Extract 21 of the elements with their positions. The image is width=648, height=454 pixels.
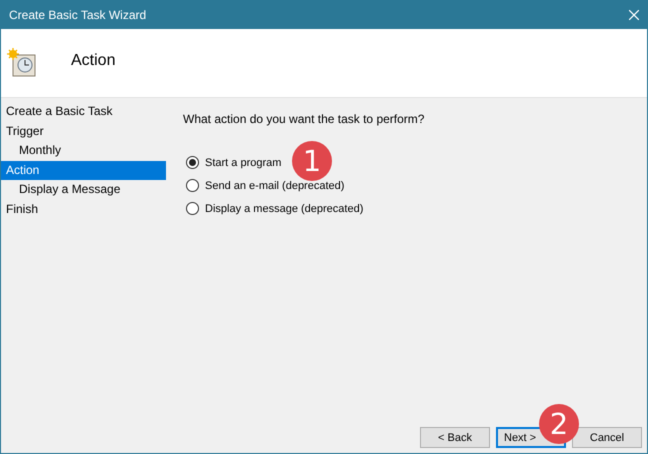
option-label: Start a program [205,156,282,168]
page-heading: Action [71,52,116,70]
wizard-button[interactable]: Cancel [572,427,642,448]
window-title: Create Basic Task Wizard [9,8,146,22]
sidebar-item[interactable]: Trigger [1,122,166,142]
sidebar-item[interactable]: Action [1,160,166,180]
wizard-button[interactable]: < Back [420,427,490,448]
radio-button[interactable] [186,156,199,169]
radio-button[interactable] [186,179,199,192]
sidebar-item[interactable]: Create a Basic Task [1,102,166,122]
option-label: Display a message (deprecated) [205,202,364,214]
sidebar-item[interactable]: Display a Message [1,180,166,200]
step-number-badge: 1 [292,141,332,181]
sidebar-item[interactable]: Finish [1,200,166,220]
question-text: What action do you want the task to perform? [183,112,426,126]
clock-icon [7,48,37,78]
step-number-badge: 2 [539,404,579,444]
option-label: Send an e-mail (deprecated) [205,180,344,192]
close-icon[interactable] [629,10,639,20]
sidebar-item[interactable]: Monthly [1,141,166,161]
radio-button[interactable] [186,202,199,215]
